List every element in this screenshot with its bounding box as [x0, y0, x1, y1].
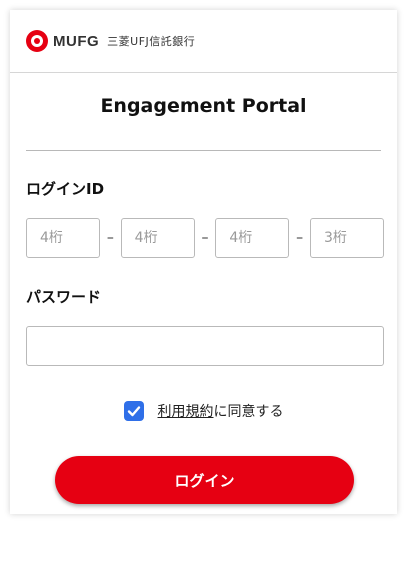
divider	[26, 150, 381, 151]
password-label: パスワード	[26, 288, 102, 306]
mufg-logo-icon	[26, 30, 48, 52]
agreement-row: 利用規約に同意する	[10, 400, 397, 422]
page-title: Engagement Portal	[100, 95, 307, 117]
login-id-field-4[interactable]	[310, 218, 385, 258]
login-button[interactable]: ログイン	[55, 456, 354, 504]
separator: –	[296, 230, 304, 246]
login-id-field-1[interactable]	[26, 218, 100, 258]
agreement-text: 利用規約に同意する	[158, 401, 284, 421]
agree-checkbox[interactable]	[123, 401, 144, 421]
terms-link[interactable]: 利用規約	[158, 404, 214, 420]
separator: –	[106, 230, 114, 246]
login-id-field-3[interactable]	[215, 218, 290, 258]
separator: –	[201, 230, 209, 246]
logo-subtext: 三菱UFJ信託銀行	[107, 35, 196, 48]
login-id-field-2[interactable]	[120, 218, 195, 258]
login-id-label: ログインID	[26, 180, 105, 198]
logo-text: MUFG	[53, 32, 100, 50]
checkmark-icon	[127, 406, 140, 417]
password-field[interactable]	[26, 326, 384, 366]
login-card: MUFG 三菱UFJ信託銀行 Engagement Portal ログインID …	[10, 10, 397, 514]
agreement-suffix: に同意する	[213, 404, 284, 420]
login-id-row: – – –	[26, 218, 385, 258]
header: MUFG 三菱UFJ信託銀行	[10, 10, 397, 73]
